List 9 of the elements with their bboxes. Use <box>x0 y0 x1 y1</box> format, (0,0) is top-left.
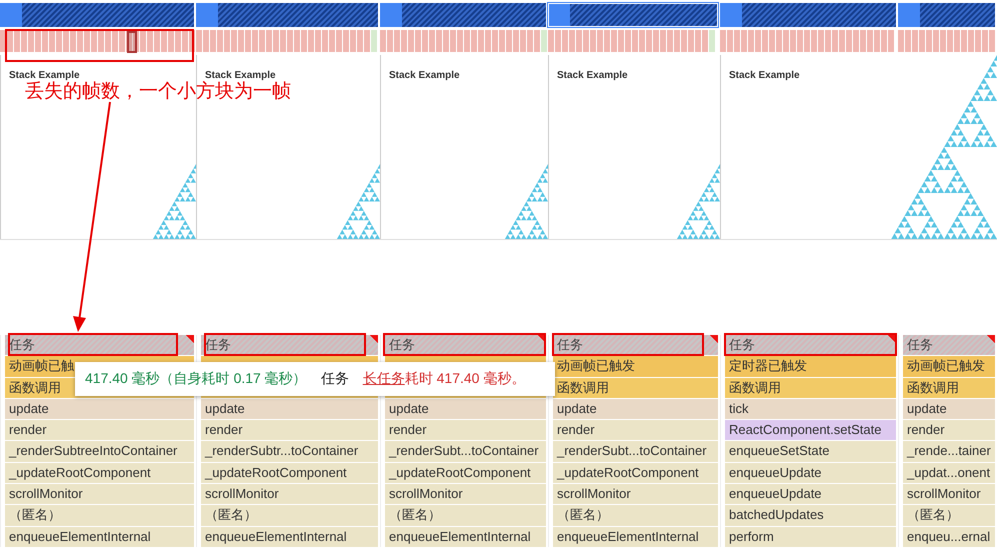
screenshot-title: Stack Example <box>9 70 80 81</box>
annotation-note: 丢失的帧数，一个小方块为一帧 <box>25 80 291 104</box>
screenshot-title: Stack Example <box>205 70 276 81</box>
task-title: 任务 <box>320 370 349 388</box>
screenshot-title: Stack Example <box>389 70 460 81</box>
task-duration: 417.40 毫秒（自身耗时 0.17 毫秒） <box>85 370 307 388</box>
screenshot-title: Stack Example <box>729 70 800 81</box>
screenshot-title: Stack Example <box>557 70 628 81</box>
long-task-warning: 长任务耗时 417.40 毫秒。 <box>362 370 526 388</box>
